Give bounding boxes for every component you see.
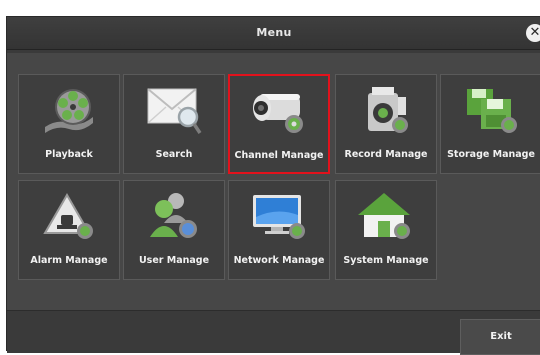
menu-item-label: Search — [155, 149, 193, 160]
alarm-gear-icon — [19, 189, 119, 245]
menu-item-label: User Manage — [138, 255, 210, 266]
menu-item-search[interactable]: Search — [123, 74, 225, 174]
close-icon: ✕ — [529, 25, 540, 40]
menu-item-user-manage[interactable]: User Manage — [123, 180, 225, 280]
menu-item-playback[interactable]: Playback — [18, 74, 120, 174]
menu-window: Menu ✕ Playback Search Channel Manage Re… — [6, 16, 540, 355]
menu-item-alarm-manage[interactable]: Alarm Manage — [18, 180, 120, 280]
envelope-magnifier-icon — [124, 83, 224, 139]
menu-item-label: Storage Manage — [447, 149, 535, 160]
floppy-disk-gear-icon — [441, 83, 540, 139]
window-title: Menu — [256, 26, 292, 39]
menu-item-system-manage[interactable]: System Manage — [335, 180, 437, 280]
menu-item-label: Record Manage — [344, 149, 428, 160]
menu-item-storage-manage[interactable]: Storage Manage — [440, 74, 540, 174]
footer-bar: Exit — [7, 310, 540, 355]
menu-item-label: Network Manage — [233, 255, 325, 266]
menu-item-network-manage[interactable]: Network Manage — [228, 180, 330, 280]
menu-item-label: Channel Manage — [234, 150, 324, 161]
menu-item-channel-manage[interactable]: Channel Manage — [228, 74, 330, 174]
title-bar: Menu ✕ — [7, 17, 540, 50]
film-reel-icon — [19, 83, 119, 139]
house-gear-icon — [336, 189, 436, 245]
monitor-gear-icon — [229, 189, 329, 245]
video-recorder-gear-icon — [336, 83, 436, 139]
menu-item-record-manage[interactable]: Record Manage — [335, 74, 437, 174]
users-gear-icon — [124, 189, 224, 245]
menu-item-label: System Manage — [343, 255, 429, 266]
menu-item-label: Playback — [45, 149, 93, 160]
close-button[interactable]: ✕ — [526, 24, 540, 42]
camera-gear-icon — [230, 84, 328, 140]
menu-grid: Playback Search Channel Manage Record Ma… — [7, 53, 540, 310]
exit-button[interactable]: Exit — [460, 319, 540, 355]
menu-item-label: Alarm Manage — [30, 255, 108, 266]
